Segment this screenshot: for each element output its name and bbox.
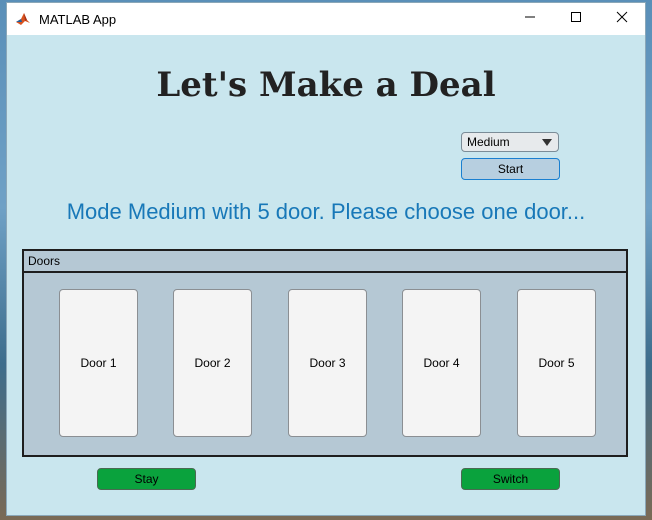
switch-button[interactable]: Switch [461, 468, 560, 490]
maximize-button[interactable] [553, 3, 599, 35]
mode-dropdown-value: Medium [467, 135, 510, 149]
door-3-button[interactable]: Door 3 [288, 289, 367, 437]
title-bar: MATLAB App [7, 3, 645, 35]
window-title: MATLAB App [39, 11, 117, 27]
door-1-button[interactable]: Door 1 [59, 289, 138, 437]
mode-dropdown[interactable]: Medium [461, 132, 559, 152]
start-button[interactable]: Start [461, 158, 560, 180]
window-controls [507, 3, 645, 35]
stay-button[interactable]: Stay [97, 468, 196, 490]
maximize-icon [570, 10, 582, 28]
status-message: Mode Medium with 5 door. Please choose o… [66, 199, 586, 224]
matlab-logo-icon [15, 11, 31, 27]
door-4-button[interactable]: Door 4 [402, 289, 481, 437]
door-2-button[interactable]: Door 2 [173, 289, 252, 437]
doors-panel: Doors Door 1 Door 2 Door 3 Door 4 Door 5 [22, 249, 628, 457]
app-window: MATLAB App Let's Make a Deal Medium Star… [6, 2, 646, 516]
minimize-icon [524, 10, 536, 28]
chevron-down-icon [542, 139, 552, 146]
page-title: Let's Make a Deal [156, 65, 496, 105]
doors-panel-title: Doors [24, 251, 626, 273]
door-5-button[interactable]: Door 5 [517, 289, 596, 437]
close-icon [616, 10, 628, 28]
minimize-button[interactable] [507, 3, 553, 35]
close-button[interactable] [599, 3, 645, 35]
app-content: Let's Make a Deal Medium Start Mode Medi… [7, 35, 645, 515]
